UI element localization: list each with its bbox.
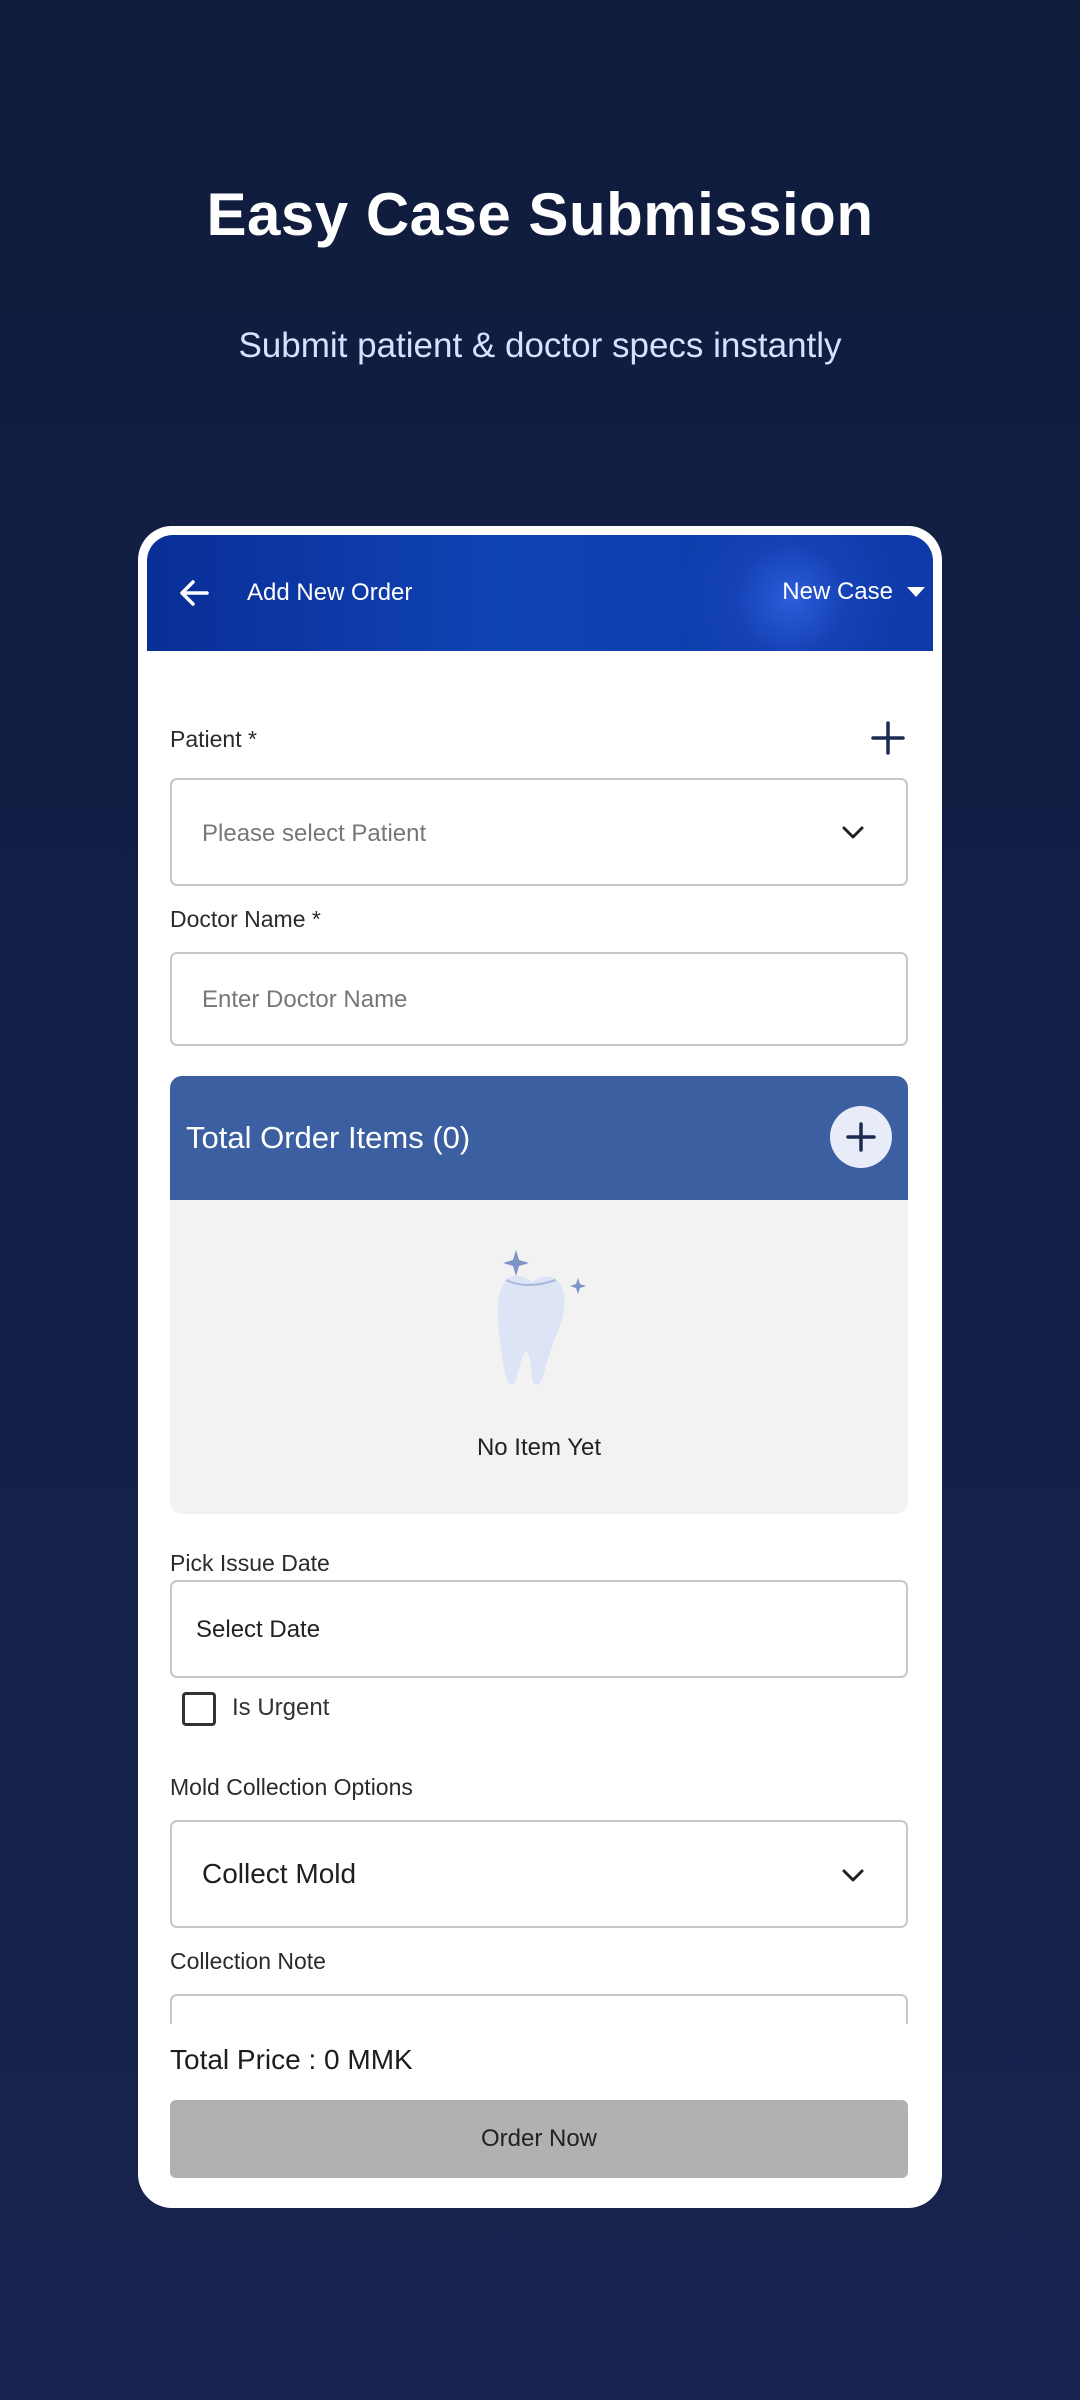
- order-now-button[interactable]: Order Now: [170, 2100, 908, 2178]
- issue-date-value: Select Date: [196, 1616, 321, 1643]
- doctor-name-placeholder: Enter Doctor Name: [202, 986, 408, 1013]
- order-items-title: Total Order Items (0): [186, 1120, 471, 1155]
- issue-date-label: Pick Issue Date: [170, 1550, 330, 1576]
- tooth-sparkle-icon: [497, 1250, 586, 1385]
- add-order-item-button[interactable]: [830, 1106, 892, 1168]
- promo-subheadline: Submit patient & doctor specs instantly: [238, 326, 842, 365]
- doctor-name-label: Doctor Name *: [170, 906, 321, 932]
- page-title: Add New Order: [247, 579, 413, 606]
- back-arrow-icon[interactable]: [169, 567, 221, 619]
- case-type-label: New Case: [782, 578, 893, 605]
- caret-down-icon: [907, 587, 925, 597]
- order-items-header: Total Order Items (0): [170, 1076, 908, 1200]
- phone-screen: Add New Order New Case Patient * Please …: [138, 526, 942, 2208]
- doctor-name-input[interactable]: Enter Doctor Name: [170, 952, 908, 1046]
- collection-note-label: Collection Note: [170, 1948, 326, 1974]
- app-bar: Add New Order New Case: [147, 535, 933, 651]
- urgent-checkbox[interactable]: [182, 1692, 216, 1726]
- urgent-label: Is Urgent: [232, 1694, 330, 1721]
- order-items-empty-state: No Item Yet: [170, 1200, 908, 1514]
- order-now-label: Order Now: [480, 2125, 598, 2152]
- patient-label: Patient *: [170, 726, 257, 752]
- patient-placeholder: Please select Patient: [202, 820, 427, 847]
- collection-note-input[interactable]: [170, 1994, 908, 2024]
- add-patient-plus-icon[interactable]: [868, 718, 908, 758]
- promo-headline: Easy Case Submission: [206, 181, 874, 248]
- total-price: Total Price : 0 MMK: [170, 2044, 413, 2075]
- plus-icon: [846, 1122, 876, 1152]
- chevron-down-icon: [842, 1869, 864, 1882]
- mold-options-value: Collect Mold: [202, 1858, 357, 1889]
- patient-select[interactable]: Please select Patient: [170, 778, 908, 886]
- case-type-dropdown[interactable]: New Case: [782, 575, 925, 609]
- empty-state-text: No Item Yet: [476, 1434, 602, 1461]
- mold-options-select[interactable]: Collect Mold: [170, 1820, 908, 1928]
- issue-date-picker[interactable]: Select Date: [170, 1580, 908, 1678]
- mold-options-label: Mold Collection Options: [170, 1774, 413, 1800]
- chevron-down-icon: [842, 826, 864, 839]
